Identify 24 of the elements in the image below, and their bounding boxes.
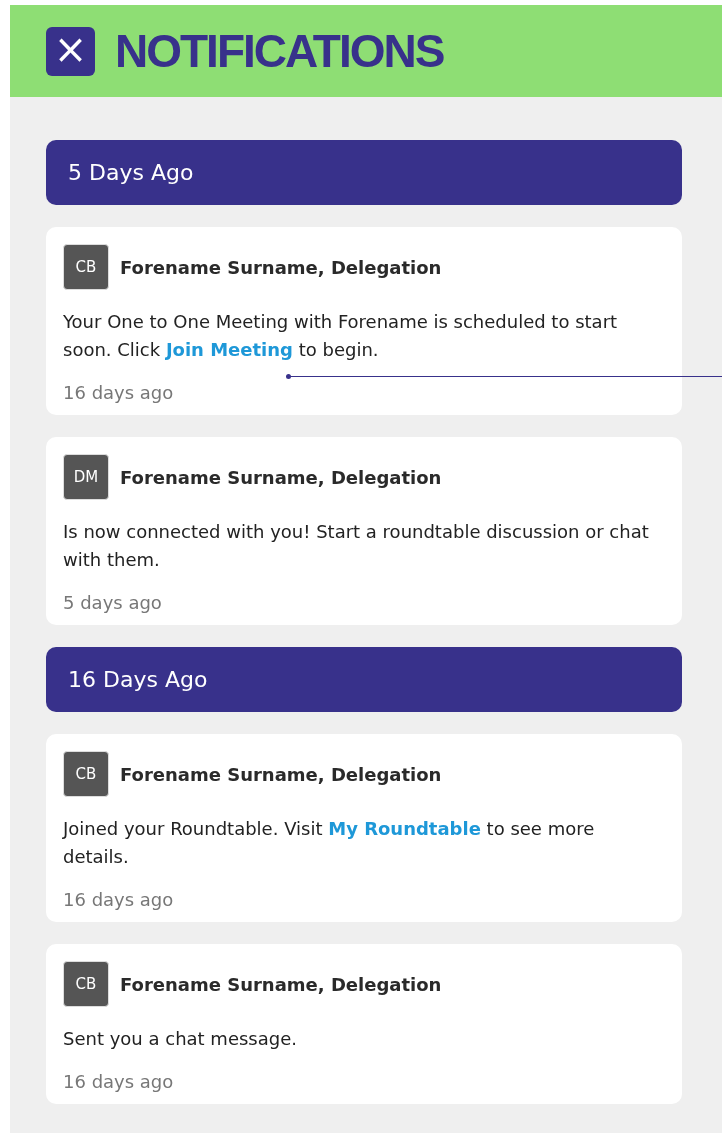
avatar: CB — [63, 244, 109, 290]
notification-message: Sent you a chat message. — [63, 1027, 298, 1051]
section-header: 5 Days Ago — [46, 140, 682, 205]
timestamp: 16 days ago — [63, 889, 175, 910]
notification-message: Your One to One Meeting with Forename is scheduled to start soon. Click Join Meeting to begin. — [63, 310, 619, 362]
avatar: CB — [63, 751, 109, 797]
notification-message: Joined your Roundtable. Visit My Roundtable to see more details. — [63, 817, 596, 869]
sender-name: Forename Surname, Delegation — [120, 256, 442, 278]
notification-card[interactable]: CB Forename Surname, Delegation Sent you a chat message. 16 days ago — [46, 944, 682, 1104]
notification-card[interactable]: CB Forename Surname, Delegation Your One to One Meeting with Forename is scheduled to start soon. Click Join Meeting to begin. 16 days ago — [46, 227, 682, 415]
avatar: DM — [63, 454, 109, 500]
notification-card[interactable]: DM Forename Surname, Delegation Is now connected with you! Start a roundtable discussion or chat with them. 5 days ago — [46, 437, 682, 625]
timestamp: 16 days ago — [63, 1071, 175, 1092]
page-title: NOTIFICATIONS — [115, 24, 444, 78]
sender-name: Forename Surname, Delegation — [120, 763, 442, 785]
sender-name: Forename Surname, Delegation — [120, 466, 442, 488]
section-header: 16 Days Ago — [46, 647, 682, 712]
close-button[interactable]: × — [46, 26, 95, 76]
timestamp: 5 days ago — [63, 592, 163, 613]
notification-message: Is now connected with you! Start a roundtable discussion or chat with them. — [63, 520, 650, 572]
sender-name: Forename Surname, Delegation — [120, 973, 442, 995]
timestamp: 16 days ago — [63, 382, 175, 403]
avatar: CB — [63, 961, 109, 1007]
notification-card[interactable]: CB Forename Surname, Delegation Joined your Roundtable. Visit My Roundtable to see more details. 16 days ago — [46, 734, 682, 922]
